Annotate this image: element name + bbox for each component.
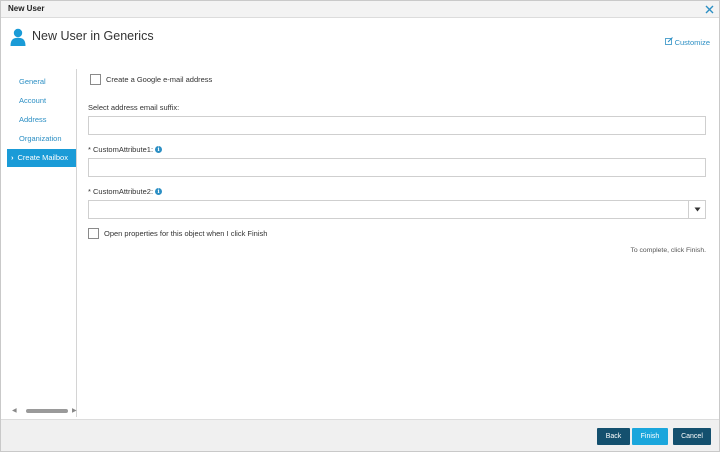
sidebar-item-account[interactable]: Account [7, 92, 76, 110]
sidebar-scrollbar[interactable]: ◀ ▶ [12, 407, 78, 415]
sidebar-item-create-mailbox[interactable]: › Create Mailbox [7, 149, 76, 167]
custom-attribute1-input[interactable] [88, 158, 706, 177]
chevron-right-icon: › [11, 153, 14, 162]
google-email-checkbox[interactable] [90, 74, 101, 85]
page-title: New User in Generics [32, 29, 154, 43]
email-suffix-input[interactable] [88, 116, 706, 135]
dialog-footer: Back Finish Cancel [1, 419, 719, 451]
completion-hint: To complete, click Finish. [630, 247, 706, 254]
info-icon[interactable]: i [155, 188, 163, 195]
google-email-row: Create a Google e-mail address [90, 74, 212, 85]
finish-button[interactable]: Finish [632, 428, 668, 445]
sidebar-item-general[interactable]: General [7, 73, 76, 91]
scrollbar-thumb[interactable] [26, 409, 68, 413]
cancel-button[interactable]: Cancel [673, 428, 711, 445]
google-email-label: Create a Google e-mail address [106, 75, 213, 84]
attr1-label: * CustomAttribute1: i [88, 145, 163, 154]
close-icon[interactable] [703, 3, 715, 15]
sidebar-nav: General Account Address Organization › Cr… [7, 69, 77, 417]
chevron-down-icon[interactable] [688, 201, 705, 218]
new-user-dialog: New User New User in Generics Customize … [0, 0, 720, 452]
open-properties-row: Open properties for this object when I c… [88, 228, 267, 239]
custom-attribute2-select[interactable] [88, 200, 706, 219]
info-icon[interactable]: i [155, 146, 163, 153]
sidebar-item-organization[interactable]: Organization [7, 130, 76, 148]
customize-label: Customize [674, 37, 710, 47]
scroll-left-icon[interactable]: ◀ [12, 407, 17, 414]
customize-link[interactable]: Customize [664, 37, 710, 47]
sidebar-item-label: Create Mailbox [17, 153, 68, 162]
sidebar-item-label: General [19, 77, 46, 86]
back-button[interactable]: Back [597, 428, 630, 445]
window-title: New User [8, 4, 45, 13]
scroll-right-icon[interactable]: ▶ [72, 407, 77, 414]
sidebar-item-label: Address [19, 115, 47, 124]
suffix-label-text: Select address email suffix: [88, 103, 180, 112]
sidebar-item-address[interactable]: Address [7, 111, 76, 129]
sidebar-item-label: Organization [19, 134, 62, 143]
attr2-label-text: * CustomAttribute2: [88, 187, 154, 196]
open-properties-checkbox[interactable] [88, 228, 99, 239]
edit-icon [664, 37, 673, 47]
dialog-header: New User in Generics Customize [1, 19, 719, 62]
title-bar: New User [1, 1, 719, 18]
attr2-label: * CustomAttribute2: i [88, 187, 163, 196]
suffix-label: Select address email suffix: [88, 103, 179, 112]
user-icon [10, 28, 26, 51]
open-properties-label: Open properties for this object when I c… [104, 229, 268, 238]
sidebar-item-label: Account [19, 96, 47, 105]
attr1-label-text: * CustomAttribute1: [88, 145, 154, 154]
